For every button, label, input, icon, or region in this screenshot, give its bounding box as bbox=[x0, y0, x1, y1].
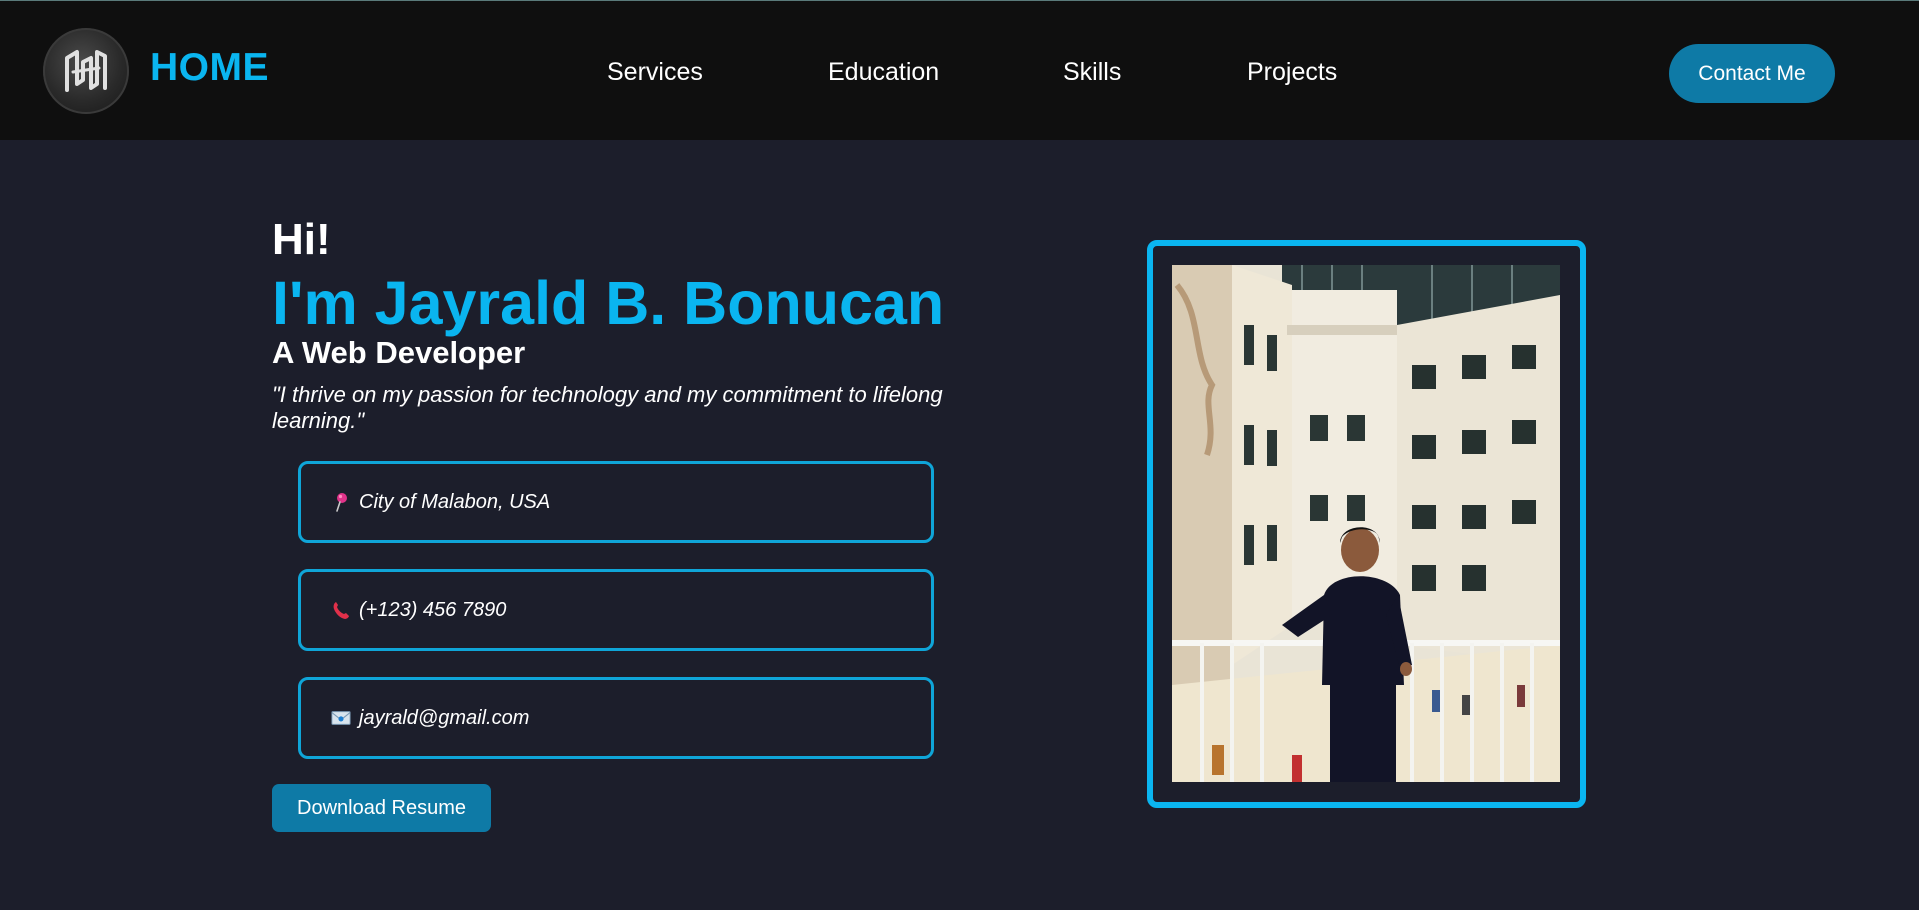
brand-logo-icon[interactable] bbox=[43, 28, 129, 114]
location-text: City of Malabon, USA bbox=[359, 490, 551, 513]
phone-text: (+123) 456 7890 bbox=[359, 598, 507, 621]
pushpin-icon bbox=[331, 492, 351, 512]
navbar: HOME Services Education Skills Projects … bbox=[0, 0, 1919, 140]
hero-quote: "I thrive on my passion for technology a… bbox=[272, 382, 943, 433]
location-box: City of Malabon, USA bbox=[298, 461, 934, 543]
nav-skills[interactable]: Skills bbox=[1063, 58, 1121, 87]
home-link[interactable]: HOME bbox=[150, 46, 269, 90]
hero-role: A Web Developer bbox=[272, 335, 526, 370]
nav-education[interactable]: Education bbox=[828, 58, 939, 87]
telephone-icon bbox=[331, 600, 351, 620]
envelope-icon bbox=[331, 708, 351, 728]
phone-box: (+123) 456 7890 bbox=[298, 569, 934, 651]
download-resume-button[interactable]: Download Resume bbox=[272, 784, 491, 832]
nav-projects[interactable]: Projects bbox=[1247, 58, 1337, 87]
nav-services[interactable]: Services bbox=[607, 58, 703, 87]
profile-photo bbox=[1172, 265, 1560, 782]
hero-name: I'm Jayrald B. Bonucan bbox=[272, 269, 945, 337]
email-box: jayrald@gmail.com bbox=[298, 677, 934, 759]
contact-me-button[interactable]: Contact Me bbox=[1669, 44, 1835, 103]
email-text: jayrald@gmail.com bbox=[359, 706, 530, 729]
greeting: Hi! bbox=[272, 215, 331, 264]
